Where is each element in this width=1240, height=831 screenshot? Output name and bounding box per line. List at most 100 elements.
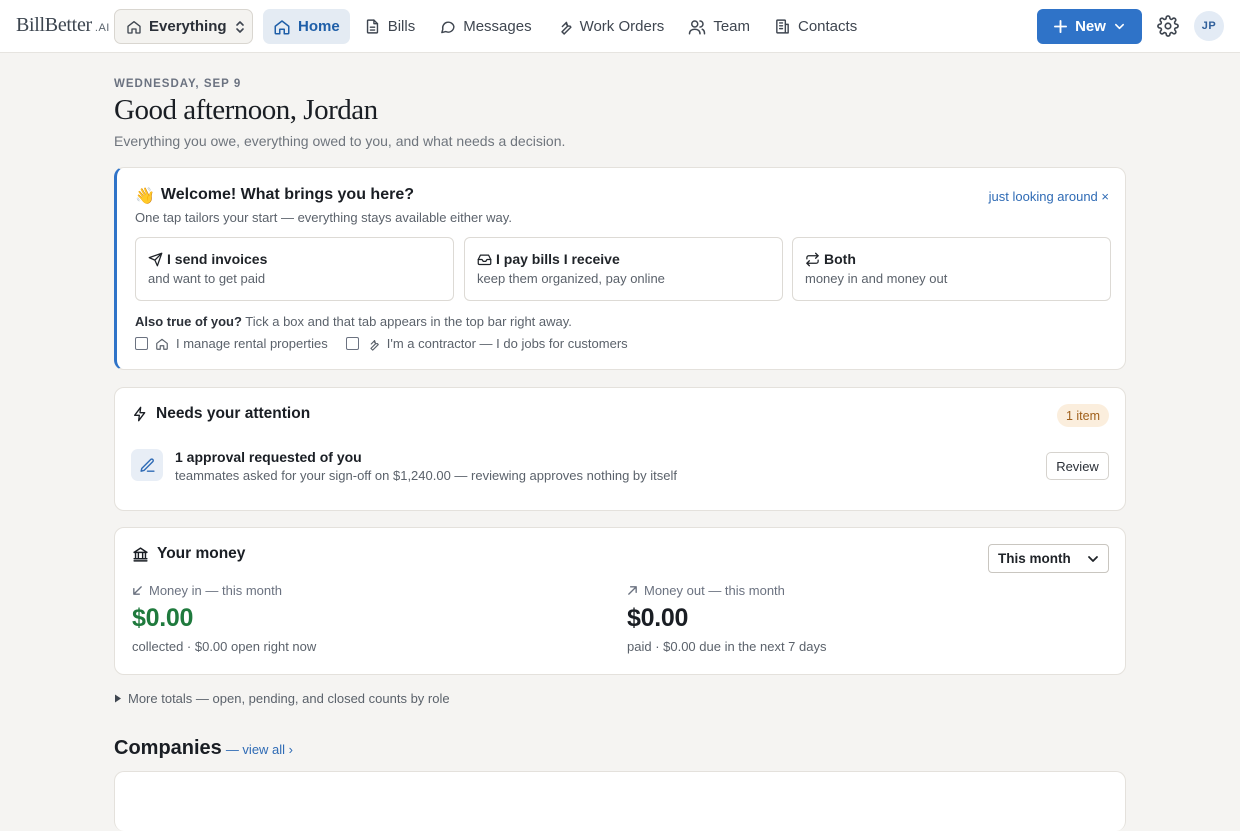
welcome-title: 👋 Welcome! What brings you here? xyxy=(135,186,414,206)
choice-label: I send invoices xyxy=(167,251,268,267)
arrow-down-left-icon xyxy=(132,585,143,596)
nav-team-label: Team xyxy=(713,18,750,35)
swap-icon xyxy=(805,252,820,267)
money-out-label-row: Money out — this month xyxy=(627,583,826,598)
lightning-icon xyxy=(132,406,148,422)
also-true-bold: Also true of you? xyxy=(135,314,242,329)
more-totals-label: More totals — open, pending, and closed … xyxy=(128,691,450,706)
main-nav: Home Bills Messages Work Orders Team Con… xyxy=(263,9,867,44)
top-bar: BillBetter .AI Everything Home Bills Mes… xyxy=(0,0,1240,53)
companies-title: Companies xyxy=(114,737,222,759)
page-subtitle: Everything you owe, everything owed to y… xyxy=(114,133,566,149)
money-in-label-row: Money in — this month xyxy=(132,583,316,598)
home-icon xyxy=(273,18,291,36)
choice-title: I pay bills I receive xyxy=(477,251,770,267)
document-icon xyxy=(364,18,381,35)
nav-messages[interactable]: Messages xyxy=(429,9,541,44)
nav-bills-label: Bills xyxy=(387,18,416,35)
also-true-prompt: Also true of you? Tick a box and that ta… xyxy=(135,314,572,329)
nav-contacts[interactable]: Contacts xyxy=(764,9,867,44)
also-true-text: Tick a box and that tab appears in the t… xyxy=(241,314,572,329)
building-icon xyxy=(774,18,791,35)
view-all-companies-link[interactable]: — view all › xyxy=(226,742,293,757)
money-title-text: Your money xyxy=(157,545,246,562)
plus-icon xyxy=(1054,20,1068,33)
welcome-card: 👋 Welcome! What brings you here? just lo… xyxy=(114,167,1126,370)
nav-contacts-label: Contacts xyxy=(798,18,858,35)
new-button-label: New xyxy=(1075,18,1106,35)
money-out-column: Money out — this month $0.00 paid · $0.0… xyxy=(627,583,826,654)
checkbox-contractor[interactable]: I'm a contractor — I do jobs for custome… xyxy=(345,336,628,351)
money-out-amount: $0.00 xyxy=(627,604,689,632)
choice-title: Both xyxy=(805,251,1098,267)
gear-icon[interactable] xyxy=(1157,15,1179,37)
app-logo[interactable]: BillBetter .AI xyxy=(16,14,110,37)
choice-sub: money in and money out xyxy=(805,271,948,286)
money-in-column: Money in — this month $0.00 collected · … xyxy=(132,583,316,654)
money-out-footnote: paid · $0.00 due in the next 7 days xyxy=(627,639,827,654)
choice-send-invoices[interactable]: I send invoices and want to get paid xyxy=(135,237,454,301)
waving-hand-icon: 👋 xyxy=(135,188,155,205)
money-out-label: Money out — this month xyxy=(644,583,785,598)
nav-team[interactable]: Team xyxy=(678,9,760,44)
checkbox-label: I manage rental properties xyxy=(176,336,328,351)
money-in-footnote: collected · $0.00 open right now xyxy=(132,639,317,654)
scope-label: Everything xyxy=(149,18,227,35)
home-icon xyxy=(155,337,169,351)
money-in-amount: $0.00 xyxy=(132,604,194,632)
nav-work-orders[interactable]: Work Orders xyxy=(546,9,675,44)
choice-title: I send invoices xyxy=(148,251,441,267)
new-button[interactable]: New xyxy=(1037,9,1142,44)
approval-description: teammates asked for your sign-off on $1,… xyxy=(175,468,677,483)
welcome-title-text: Welcome! What brings you here? xyxy=(160,186,414,203)
companies-header: Companies — view all › xyxy=(114,737,293,760)
bank-icon xyxy=(132,546,149,563)
welcome-description: One tap tailors your start — everything … xyxy=(135,210,512,225)
pen-icon xyxy=(131,449,163,481)
more-totals-disclosure[interactable]: More totals — open, pending, and closed … xyxy=(114,691,450,706)
wrench-icon xyxy=(556,18,573,35)
scope-switcher[interactable]: Everything xyxy=(114,9,253,44)
chevron-down-icon xyxy=(1114,21,1125,32)
nav-home-label: Home xyxy=(298,18,340,35)
period-select[interactable]: This month xyxy=(988,544,1109,573)
checkbox-label: I'm a contractor — I do jobs for custome… xyxy=(386,336,628,351)
nav-work-orders-label: Work Orders xyxy=(579,18,665,35)
choice-sub: keep them organized, pay online xyxy=(477,271,665,286)
users-icon xyxy=(688,18,706,36)
companies-card xyxy=(114,771,1126,831)
choice-label: I pay bills I receive xyxy=(496,251,620,267)
nav-messages-label: Messages xyxy=(463,18,532,35)
checkbox[interactable] xyxy=(345,337,359,350)
attention-card: Needs your attention 1 item 1 approval r… xyxy=(114,387,1126,511)
chat-bubble-icon xyxy=(439,18,456,35)
choice-sub: and want to get paid xyxy=(148,271,266,286)
checkbox[interactable] xyxy=(135,337,148,350)
attention-title-text: Needs your attention xyxy=(156,405,311,422)
chevron-down-icon xyxy=(1087,553,1099,565)
choice-label: Both xyxy=(824,251,856,267)
money-in-label: Money in — this month xyxy=(149,583,282,598)
attention-count-badge: 1 item xyxy=(1056,404,1109,427)
role-checkboxes: I manage rental properties I'm a contrac… xyxy=(135,336,628,351)
updown-chevron-icon xyxy=(234,20,246,34)
current-date: WEDNESDAY, SEP 9 xyxy=(114,78,242,90)
triangle-right-icon xyxy=(114,694,122,703)
period-value: This month xyxy=(998,551,1071,566)
dismiss-welcome-link[interactable]: just looking around × xyxy=(989,189,1109,204)
choice-both[interactable]: Both money in and money out xyxy=(792,237,1111,301)
page-title: Good afternoon, Jordan xyxy=(114,94,378,126)
choice-pay-bills[interactable]: I pay bills I receive keep them organize… xyxy=(464,237,783,301)
logo-wordmark: BillBetter xyxy=(16,14,92,36)
wrench-icon xyxy=(366,337,380,351)
review-button[interactable]: Review xyxy=(1046,452,1109,480)
money-title: Your money xyxy=(132,545,245,563)
user-avatar[interactable]: JP xyxy=(1194,11,1224,41)
nav-home[interactable]: Home xyxy=(263,9,350,44)
send-icon xyxy=(148,252,163,267)
inbox-icon xyxy=(477,252,492,267)
checkbox-rental-properties[interactable]: I manage rental properties xyxy=(135,336,328,351)
home-icon xyxy=(126,19,142,35)
nav-bills[interactable]: Bills xyxy=(354,9,426,44)
money-card: Your money This month Money in — this mo… xyxy=(114,527,1126,675)
